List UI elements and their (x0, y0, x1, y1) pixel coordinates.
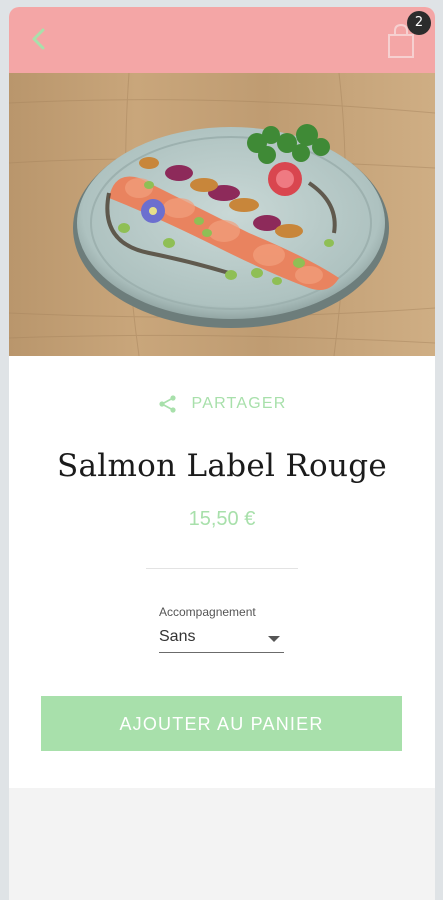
share-label: PARTAGER (191, 395, 287, 412)
share-icon (158, 395, 176, 413)
product-title: Salmon Label Rouge (56, 448, 388, 484)
divider (146, 568, 298, 569)
back-button[interactable] (25, 25, 53, 53)
app-screen: 2 PARTAGER Salmon Label Rouge 15,50 € Ac… (9, 7, 435, 900)
top-bar: 2 (9, 7, 435, 73)
accompaniment-selected-value: Sans (159, 628, 196, 645)
product-price: 15,50 € (188, 508, 256, 530)
product-details: PARTAGER Salmon Label Rouge 15,50 € Acco… (9, 356, 435, 788)
cart-count-badge: 2 (407, 11, 431, 35)
share-button[interactable]: PARTAGER (9, 394, 435, 419)
dropdown-arrow-icon (268, 636, 280, 642)
accompaniment-select[interactable]: Sans (159, 624, 284, 653)
product-image (9, 73, 435, 356)
add-to-cart-button[interactable]: AJOUTER AU PANIER (41, 696, 402, 751)
accompaniment-label: Accompagnement (159, 605, 256, 619)
chevron-left-icon (32, 28, 45, 50)
